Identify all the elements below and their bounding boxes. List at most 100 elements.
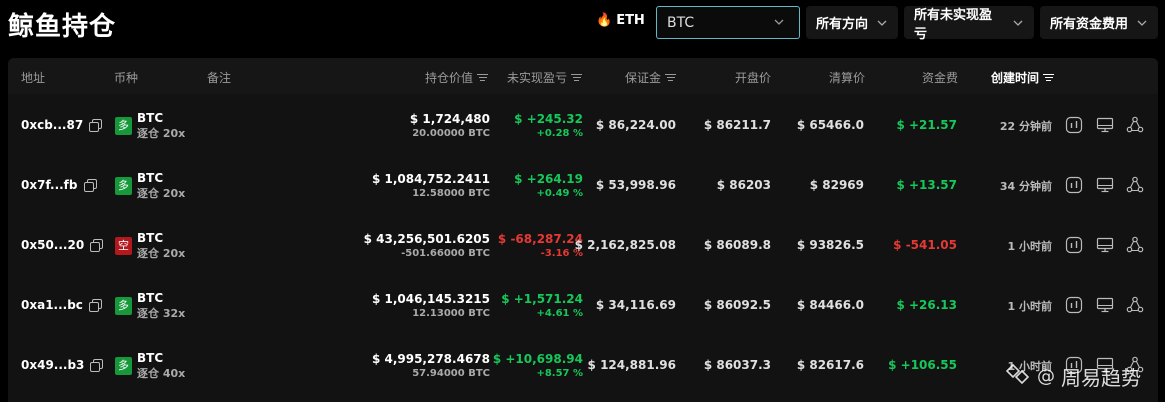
- eth-filter-tag[interactable]: 🔥 ETH: [596, 13, 645, 28]
- chevron-down-icon: [1012, 17, 1024, 29]
- monitor-icon[interactable]: [1096, 236, 1114, 254]
- wallet-address[interactable]: 0xcb...87: [21, 118, 83, 132]
- chevron-down-icon: [876, 17, 888, 29]
- wallet-address[interactable]: 0x50...20: [21, 238, 84, 252]
- open-price-value: $ 86037.3: [703, 358, 771, 372]
- unrealized-pnl-value: $ -68,287.24: [497, 232, 583, 246]
- open-price-value: $ 86211.7: [703, 118, 771, 132]
- unrealized-pnl-cell: $ +264.19 +0.49 %: [463, 171, 583, 201]
- top-bar: 鲸鱼持仓 🔥 ETH BTC 所有方向 所有未实现盈亏 所有资金费用: [0, 0, 1165, 48]
- leverage-label: 逐仓 20x: [137, 247, 186, 260]
- funding-fee-filter[interactable]: 所有资金费用: [1040, 6, 1158, 39]
- unrealized-pnl-filter[interactable]: 所有未实现盈亏: [904, 6, 1034, 42]
- funding-value: $ -541.05: [893, 238, 957, 252]
- created-time: 22 分钟前: [999, 120, 1052, 133]
- unrealized-pnl-filter-label: 所有未实现盈亏: [914, 7, 993, 42]
- table-row[interactable]: 0x7f...fb 多 BTC 逐仓 20x $ 1,084,752.2411 12.58…: [8, 156, 1158, 216]
- direction-filter[interactable]: 所有方向: [806, 6, 898, 39]
- funding-value: $ +21.57: [896, 118, 957, 132]
- coin-cell: BTC 逐仓 20x: [137, 231, 185, 261]
- sort-icon: [477, 73, 488, 82]
- leverage-label: 逐仓 20x: [137, 127, 186, 140]
- funding-fee-filter-label: 所有资金费用: [1050, 17, 1129, 32]
- chart-icon[interactable]: [1065, 296, 1083, 314]
- coin-symbol: BTC: [137, 291, 164, 305]
- fire-icon: 🔥: [596, 13, 613, 28]
- address-cell: 0xa1...bc: [21, 298, 102, 312]
- sort-icon: [665, 73, 676, 82]
- leverage-label: 逐仓 32x: [137, 307, 186, 320]
- funding-value: $ +106.55: [888, 358, 957, 372]
- share-icon[interactable]: [1126, 176, 1144, 194]
- copy-icon[interactable]: [90, 359, 104, 372]
- wallet-address[interactable]: 0x7f...fb: [21, 178, 78, 192]
- funding-value: $ +13.57: [896, 178, 957, 192]
- copy-icon[interactable]: [83, 179, 97, 192]
- margin-value: $ 2,162,825.08: [574, 238, 676, 252]
- copy-icon[interactable]: [90, 239, 104, 252]
- monitor-icon[interactable]: [1096, 176, 1114, 194]
- open-price-value: $ 86089.8: [703, 238, 771, 252]
- table-row[interactable]: 0xa1...bc 多 BTC 逐仓 32x $ 1,046,145.3215 12.13…: [8, 276, 1158, 336]
- side-badge: 多: [115, 117, 132, 135]
- wallet-address[interactable]: 0xa1...bc: [21, 298, 83, 312]
- monitor-icon[interactable]: [1096, 116, 1114, 134]
- table-row[interactable]: 0x49...b3 多 BTC 逐仓 40x $ 4,995,278.4678 57.94…: [8, 336, 1158, 396]
- coin-select-value: BTC: [667, 14, 695, 31]
- liquidation-price-value: $ 82969: [809, 178, 864, 192]
- coin-cell: BTC 逐仓 20x: [137, 171, 185, 201]
- watermark-at: @: [1037, 366, 1055, 387]
- share-icon[interactable]: [1126, 116, 1144, 134]
- coin-cell: BTC 逐仓 40x: [137, 351, 185, 381]
- column-open-price: 开盘价: [734, 71, 771, 85]
- coin-cell: BTC 逐仓 32x: [137, 291, 185, 321]
- coin-symbol: BTC: [137, 351, 164, 365]
- leverage-label: 逐仓 20x: [137, 187, 186, 200]
- table-row[interactable]: 0x50...20 空 BTC 逐仓 20x $ 43,256,501.6205 -501…: [8, 216, 1158, 276]
- column-created-time[interactable]: 创建时间: [991, 69, 1055, 86]
- created-time: 1 小时前: [1007, 300, 1052, 313]
- monitor-icon[interactable]: [1096, 296, 1114, 314]
- column-funding: 资金费: [921, 71, 958, 85]
- chevron-down-icon: [773, 16, 785, 28]
- column-address: 地址: [21, 71, 46, 85]
- leverage-label: 逐仓 40x: [137, 367, 186, 380]
- wallet-address[interactable]: 0x49...b3: [21, 358, 84, 372]
- chevron-down-icon: [1136, 17, 1148, 29]
- chart-icon[interactable]: [1065, 236, 1083, 254]
- funding-value: $ +26.13: [896, 298, 957, 312]
- column-unrealized-pnl[interactable]: 未实现盈亏: [488, 69, 582, 86]
- column-margin[interactable]: 保证金: [598, 69, 676, 86]
- address-cell: 0x7f...fb: [21, 178, 97, 192]
- column-liquidation-price: 清算价: [828, 71, 865, 85]
- copy-icon[interactable]: [88, 299, 102, 312]
- unrealized-pnl-value: $ +10,698.94: [492, 352, 583, 366]
- positions-table: 地址 币种 备注 持仓价值 未实现盈亏 保证金 开盘价 清算价 资金费 创建时间…: [8, 58, 1158, 402]
- address-cell: 0x50...20: [21, 238, 104, 252]
- created-time: 1 小时前: [1007, 240, 1052, 253]
- column-position-value[interactable]: 持仓价值: [408, 69, 488, 86]
- copy-icon[interactable]: [89, 119, 103, 132]
- margin-value: $ 124,881.96: [587, 358, 676, 372]
- liquidation-price-value: $ 84466.0: [796, 298, 864, 312]
- unrealized-pnl-cell: $ -68,287.24 -3.16 %: [463, 231, 583, 261]
- chart-icon[interactable]: [1065, 176, 1083, 194]
- sort-icon: [1043, 73, 1055, 82]
- unrealized-pnl-percent: -3.16 %: [540, 248, 583, 259]
- watermark-logo-icon: [1005, 363, 1031, 390]
- share-icon[interactable]: [1126, 236, 1144, 254]
- coin-symbol: BTC: [137, 171, 164, 185]
- sort-icon: [571, 73, 582, 82]
- watermark-text: 周易趋势: [1061, 366, 1141, 390]
- side-badge: 多: [115, 177, 132, 195]
- address-cell: 0xcb...87: [21, 118, 103, 132]
- coin-select[interactable]: BTC: [656, 6, 800, 39]
- share-icon[interactable]: [1126, 296, 1144, 314]
- chart-icon[interactable]: [1065, 116, 1083, 134]
- open-price-value: $ 86203: [716, 178, 771, 192]
- liquidation-price-value: $ 82617.6: [796, 358, 864, 372]
- eth-label: ETH: [616, 13, 645, 28]
- coin-cell: BTC 逐仓 20x: [137, 111, 185, 141]
- table-row[interactable]: 0xcb...87 多 BTC 逐仓 20x $ 1,724,480 20.00000 B…: [8, 96, 1158, 156]
- unrealized-pnl-percent: +0.49 %: [536, 188, 583, 199]
